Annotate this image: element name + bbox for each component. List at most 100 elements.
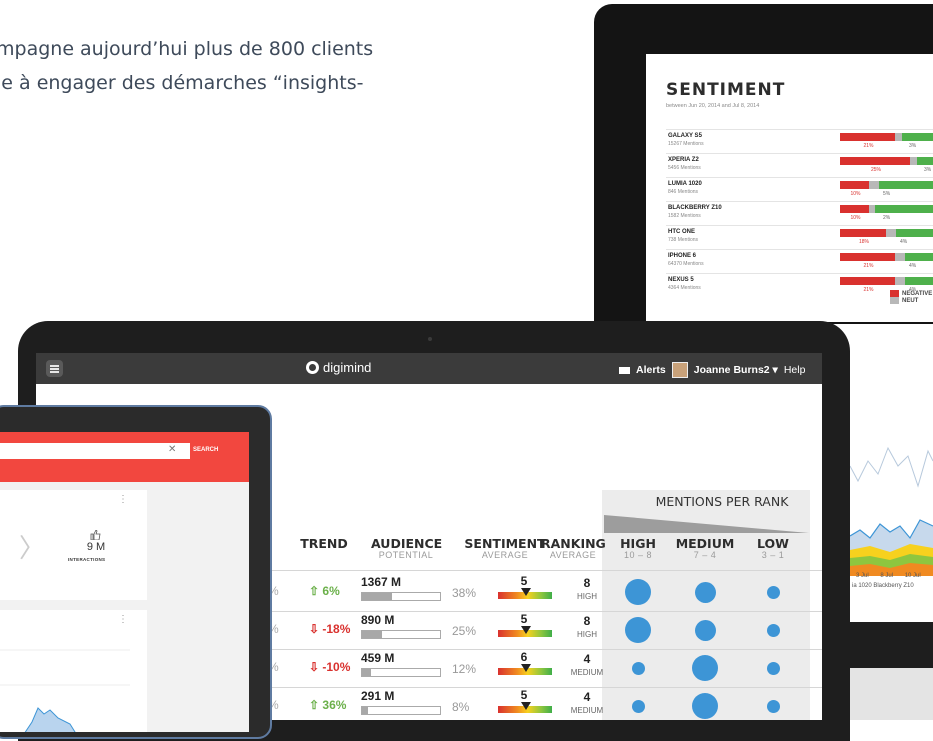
audience-value: 1367 M — [361, 575, 402, 589]
tablet-search-button[interactable]: SEARCH — [193, 447, 218, 453]
help-link[interactable]: Help — [784, 364, 806, 376]
brand-name: digimind — [323, 360, 372, 375]
sentiment-row[interactable]: LUMIA 1020 846 Mentions 10% 5% — [666, 177, 933, 201]
sentiment-bar — [840, 133, 933, 141]
tablet-search-bar: ✕ SEARCH — [0, 432, 249, 482]
sentiment-value: 5 — [520, 612, 528, 626]
mentions-medium-dot — [694, 619, 716, 641]
sentiment-bar — [840, 181, 933, 189]
hero-line-1: mpagne aujourd’hui plus de 800 clients — [0, 38, 374, 60]
right-device-panel — [850, 668, 933, 720]
camera-dot — [428, 337, 432, 341]
header-trend[interactable]: TREND — [294, 536, 354, 551]
tablet-area-chart — [0, 649, 130, 732]
mentions-medium-dot — [694, 581, 716, 603]
sentiment-row[interactable]: BLACKBERRY Z10 1582 Mentions 10% 2% — [666, 201, 933, 225]
hero-line-2: le à engager des démarches “insights- — [0, 72, 364, 94]
audience-bar-fill — [362, 631, 382, 638]
header-low-sub: 3 – 1 — [761, 550, 785, 560]
sentiment-panel: SENTIMENT between Jun 20, 2014 and Jul 8… — [646, 54, 933, 322]
sentiment-row[interactable]: GALAXY S5 15267 Mentions 21% 3% — [666, 129, 933, 153]
legend-negative-label: NEGATIVE — [902, 291, 933, 298]
device-name: LUMIA 1020 — [668, 181, 702, 187]
device-name: GALAXY S5 — [668, 133, 702, 139]
sentiment-bar — [840, 205, 933, 213]
device-name: BLACKBERRY Z10 — [668, 205, 722, 211]
gauge-marker-icon — [521, 626, 531, 634]
audience-bar — [361, 592, 441, 601]
monitor-frame: SENTIMENT between Jun 20, 2014 and Jul 8… — [594, 4, 933, 324]
neutral-segment — [895, 133, 902, 141]
audience-pct: 25% — [452, 624, 477, 638]
header-nav: Alerts Joanne Burns2 ▾ Help — [619, 362, 805, 378]
more-icon[interactable]: ⋮ — [118, 494, 128, 505]
tablet-search-input[interactable]: ✕ — [0, 443, 190, 459]
device-mentions: 5456 Mentions — [668, 165, 701, 171]
menu-button[interactable] — [46, 360, 63, 377]
header-high-sub: 10 – 8 — [623, 550, 653, 560]
header-sentiment[interactable]: SENTIMENT — [460, 536, 550, 551]
legend-neutral-label: NEUT — [902, 298, 919, 305]
header-audience[interactable]: AUDIENCE — [371, 536, 442, 551]
header-ranking[interactable]: RANKING — [541, 536, 606, 551]
mentions-low-dot — [766, 623, 780, 637]
device-mentions: 15267 Mentions — [668, 141, 704, 147]
ranking-label: HIGH — [577, 630, 597, 639]
legend-neutral-swatch — [890, 297, 899, 305]
audience-bar — [361, 630, 441, 639]
audience-value: 890 M — [361, 613, 395, 627]
avatar[interactable] — [671, 362, 688, 378]
interactions-label: INTERACTIONS — [68, 557, 106, 562]
mentions-high-dot — [631, 699, 645, 713]
chevron-right-icon[interactable]: 〉 — [19, 528, 45, 565]
trend-value: ⇧ 36% — [309, 698, 347, 712]
chart-card: ⋮ — [0, 610, 147, 732]
interactions-card: ⋮ 〉 9 M INTERACTIONS — [0, 490, 147, 600]
menu-icon-line — [50, 368, 59, 370]
sentiment-bar — [840, 253, 933, 261]
device-mentions: 738 Mentions — [668, 237, 699, 243]
header-low[interactable]: LOW — [748, 536, 798, 551]
more-icon[interactable]: ⋮ — [118, 614, 128, 625]
sentiment-rows: GALAXY S5 15267 Mentions 21% 3% XPERIA Z2 545… — [666, 129, 933, 297]
mentions-low-dot — [766, 585, 780, 599]
right-legend-text: ia 1020 Blackberry Z10 — [852, 583, 914, 589]
mentions-high-dot — [625, 617, 651, 643]
menu-icon-line — [50, 371, 59, 373]
ranking-label: HIGH — [577, 592, 597, 601]
neutral-segment — [869, 181, 879, 189]
close-icon[interactable]: ✕ — [168, 444, 176, 455]
brand-logo[interactable]: digimind — [306, 360, 371, 375]
user-menu[interactable]: Joanne Burns2 ▾ — [694, 364, 778, 376]
app-header: digimind Alerts Joanne Burns2 ▾ Help — [36, 353, 822, 384]
legend-negative-swatch — [890, 290, 899, 297]
header-high[interactable]: HIGH — [610, 536, 666, 551]
neutral-pct: 4% — [900, 239, 908, 245]
sentiment-row[interactable]: XPERIA Z2 5456 Mentions 25% 3% — [666, 153, 933, 177]
sentiment-row[interactable]: HTC ONE 738 Mentions 18% 4% — [666, 225, 933, 249]
tick-label: 3 Jul — [856, 573, 869, 579]
header-medium[interactable]: MEDIUM — [670, 536, 740, 551]
neutral-segment — [895, 277, 905, 285]
device-mentions: 64370 Mentions — [668, 261, 704, 267]
alerts-link[interactable]: Alerts — [636, 364, 666, 376]
negative-segment — [840, 253, 895, 261]
trend-value: ⇧ 6% — [309, 584, 340, 598]
sentiment-value: 5 — [520, 574, 528, 588]
audience-pct: 8% — [452, 700, 470, 714]
sentiment-row[interactable]: IPHONE 6 64370 Mentions 21% 4% — [666, 249, 933, 273]
neutral-segment — [869, 205, 875, 213]
hero-text: mpagne aujourd’hui plus de 800 clients l… — [0, 32, 373, 100]
sentiment-value: 6 — [520, 650, 528, 664]
neutral-pct: 5% — [883, 191, 891, 197]
audience-pct: 12% — [452, 662, 477, 676]
negative-segment — [840, 205, 869, 213]
envelope-icon — [619, 366, 630, 374]
sentiment-value: 5 — [520, 688, 528, 702]
header-ranking-sub: AVERAGE — [549, 550, 597, 560]
negative-pct: 21% — [863, 263, 874, 269]
ranking-label: MEDIUM — [570, 706, 604, 715]
device-mentions: 1582 Mentions — [668, 213, 701, 219]
ranking-label: MEDIUM — [570, 668, 604, 677]
neutral-segment — [910, 157, 917, 165]
